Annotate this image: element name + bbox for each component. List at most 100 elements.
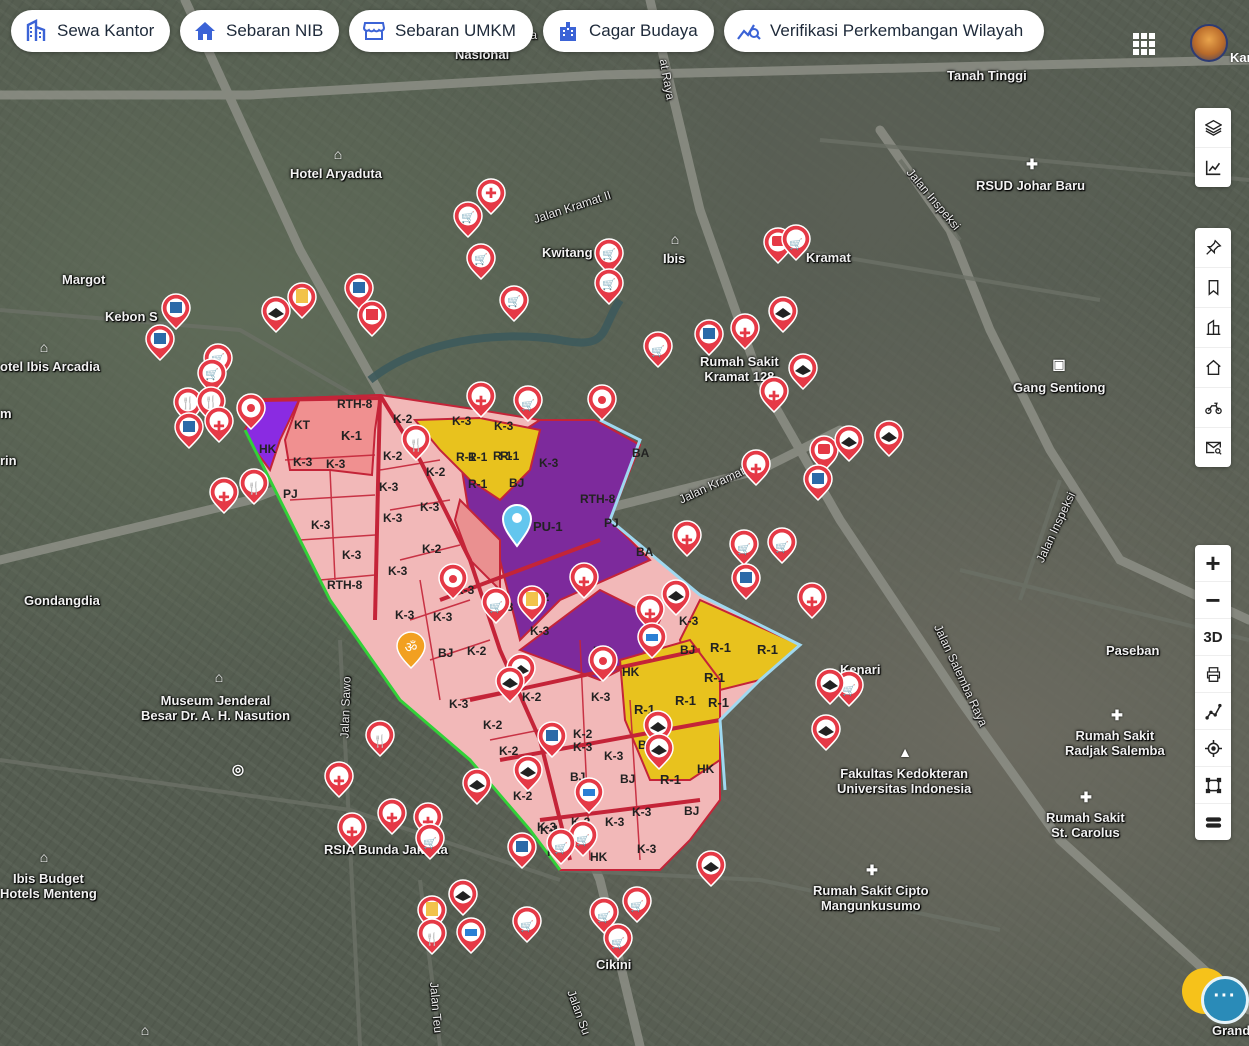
marker-shop[interactable]: 🛒 xyxy=(499,285,529,322)
marker-school[interactable] xyxy=(834,425,864,462)
marker-office[interactable] xyxy=(161,293,191,330)
mail-search-button[interactable] xyxy=(1195,427,1231,467)
marker-office[interactable] xyxy=(174,412,204,449)
building-icon xyxy=(23,18,49,44)
marker-hospital[interactable]: ✚ xyxy=(797,582,827,619)
marker-hospital[interactable]: ✚ xyxy=(377,798,407,835)
marker-school[interactable] xyxy=(661,579,691,616)
marker-shop[interactable]: 🛒 xyxy=(643,331,673,368)
bookmark-button[interactable] xyxy=(1195,267,1231,307)
marker-person[interactable] xyxy=(438,563,468,600)
marker-shop[interactable]: 🛒 xyxy=(481,587,511,624)
chip-sebaran-nib[interactable]: Sebaran NIB xyxy=(180,10,339,52)
marker-shop[interactable]: 🛒 xyxy=(546,828,576,865)
marker-restaurant[interactable]: 🍴 xyxy=(365,720,395,757)
zoom-in-button[interactable]: + xyxy=(1195,545,1231,581)
chip-label: Sebaran UMKM xyxy=(395,21,516,40)
pin-button[interactable] xyxy=(1195,228,1231,267)
marker-office[interactable] xyxy=(145,324,175,361)
marker-hospital[interactable]: ✚ xyxy=(672,520,702,557)
marker-hospital[interactable]: ✚ xyxy=(476,178,506,215)
marker-school[interactable] xyxy=(644,733,674,770)
chart-button[interactable] xyxy=(1195,147,1231,187)
marker-shop[interactable]: 🛒 xyxy=(729,529,759,566)
marker-hospital[interactable]: ✚ xyxy=(209,477,239,514)
marker-office[interactable] xyxy=(357,300,387,337)
marker-office[interactable] xyxy=(507,832,537,869)
marker-office[interactable] xyxy=(731,563,761,600)
marker-hospital[interactable]: ✚ xyxy=(337,812,367,849)
chip-cagar-budaya[interactable]: Cagar Budaya xyxy=(543,10,714,52)
marker-school[interactable] xyxy=(696,850,726,887)
marker-restaurant[interactable]: 🍴 xyxy=(417,918,447,955)
house-button[interactable] xyxy=(1195,347,1231,387)
marker-hotel[interactable] xyxy=(637,622,667,659)
marker-school[interactable] xyxy=(874,420,904,457)
locate-button[interactable] xyxy=(1195,729,1231,766)
marker-hospital[interactable]: ✚ xyxy=(324,761,354,798)
stack-button[interactable] xyxy=(1195,803,1231,840)
marker-school[interactable] xyxy=(811,714,841,751)
marker-hospital[interactable]: ✚ xyxy=(759,376,789,413)
measure-button[interactable] xyxy=(1195,692,1231,729)
marker-person[interactable] xyxy=(236,393,266,430)
marker-person[interactable] xyxy=(588,645,618,682)
marker-layer[interactable]: ✚ 🛒 🛒 🛒 🛒 🛒 🛒 🛒 🍴 🍴 ✚ ✚ 🍴 ✚ 🛒 🍴 ✚ 🛒 🛒 ✚ xyxy=(0,0,1249,1046)
chip-verifikasi-perkembangan-wilayah[interactable]: Verifikasi Perkembangan Wilayah xyxy=(724,10,1044,52)
polygon-button[interactable] xyxy=(1195,766,1231,803)
marker-school[interactable] xyxy=(788,353,818,390)
marker-hospital[interactable]: ✚ xyxy=(204,406,234,443)
marker-restaurant[interactable]: 🍴 xyxy=(239,468,269,505)
marker-office[interactable] xyxy=(803,464,833,501)
selected-location-pin[interactable] xyxy=(501,504,533,548)
3d-toggle-button[interactable]: 3D xyxy=(1195,618,1231,655)
building-button[interactable] xyxy=(1195,307,1231,347)
svg-text:✚: ✚ xyxy=(739,326,751,342)
locate-icon xyxy=(1204,739,1222,757)
marker-school[interactable] xyxy=(448,879,478,916)
marker-hotel[interactable] xyxy=(456,917,486,954)
marker-shop[interactable]: 🛒 xyxy=(622,886,652,923)
marker-heritage[interactable] xyxy=(517,585,547,622)
marker-shop[interactable]: 🛒 xyxy=(603,923,633,960)
marker-hospital[interactable]: ✚ xyxy=(730,313,760,350)
marker-hospital[interactable]: ✚ xyxy=(466,381,496,418)
marker-shop[interactable]: 🛒 xyxy=(594,268,624,305)
zoom-out-button[interactable]: − xyxy=(1195,581,1231,618)
svg-text:🍴: 🍴 xyxy=(409,438,424,452)
marker-person[interactable] xyxy=(587,384,617,421)
marker-shop[interactable]: 🛒 xyxy=(466,243,496,280)
marker-school[interactable] xyxy=(462,768,492,805)
marker-school[interactable] xyxy=(768,296,798,333)
marker-shop[interactable]: 🛒 xyxy=(767,527,797,564)
marker-shop[interactable]: 🛒 xyxy=(453,201,483,238)
avatar[interactable] xyxy=(1190,24,1228,62)
pin-icon xyxy=(1205,239,1222,255)
svg-text:🛒: 🛒 xyxy=(651,345,665,358)
motorbike-button[interactable] xyxy=(1195,387,1231,427)
marker-shop[interactable]: 🛒 xyxy=(513,385,543,422)
marker-school[interactable] xyxy=(513,755,543,792)
marker-hospital[interactable]: ✚ xyxy=(741,449,771,486)
marker-shop[interactable]: 🛒 xyxy=(512,906,542,943)
marker-hospital[interactable]: ✚ xyxy=(569,562,599,599)
chip-sewa-kantor[interactable]: Sewa Kantor xyxy=(11,10,170,52)
marker-school[interactable] xyxy=(261,296,291,333)
marker-office[interactable] xyxy=(537,721,567,758)
marker-restaurant[interactable]: 🍴 xyxy=(401,424,431,461)
marker-hotel[interactable] xyxy=(574,777,604,814)
chip-sebaran-umkm[interactable]: Sebaran UMKM xyxy=(349,10,533,52)
marker-school[interactable] xyxy=(815,668,845,705)
apps-grid-icon[interactable] xyxy=(1133,33,1155,55)
plus-icon: + xyxy=(1205,548,1221,578)
marker-hindu-temple[interactable]: ॐ xyxy=(396,631,426,670)
marker-office[interactable] xyxy=(694,319,724,356)
building-outline-icon xyxy=(1206,319,1220,335)
marker-shop[interactable]: 🛒 xyxy=(415,823,445,860)
satellite-map[interactable]: RTH-8 K-2 K-3 K-1 KT HK K-3 K-3 PJ K-3 K… xyxy=(0,0,1249,1046)
marker-school[interactable] xyxy=(495,666,525,703)
print-button[interactable] xyxy=(1195,655,1231,692)
chat-button[interactable]: ··· xyxy=(1201,976,1249,1024)
layers-button[interactable] xyxy=(1195,108,1231,147)
marker-heritage[interactable] xyxy=(287,282,317,319)
